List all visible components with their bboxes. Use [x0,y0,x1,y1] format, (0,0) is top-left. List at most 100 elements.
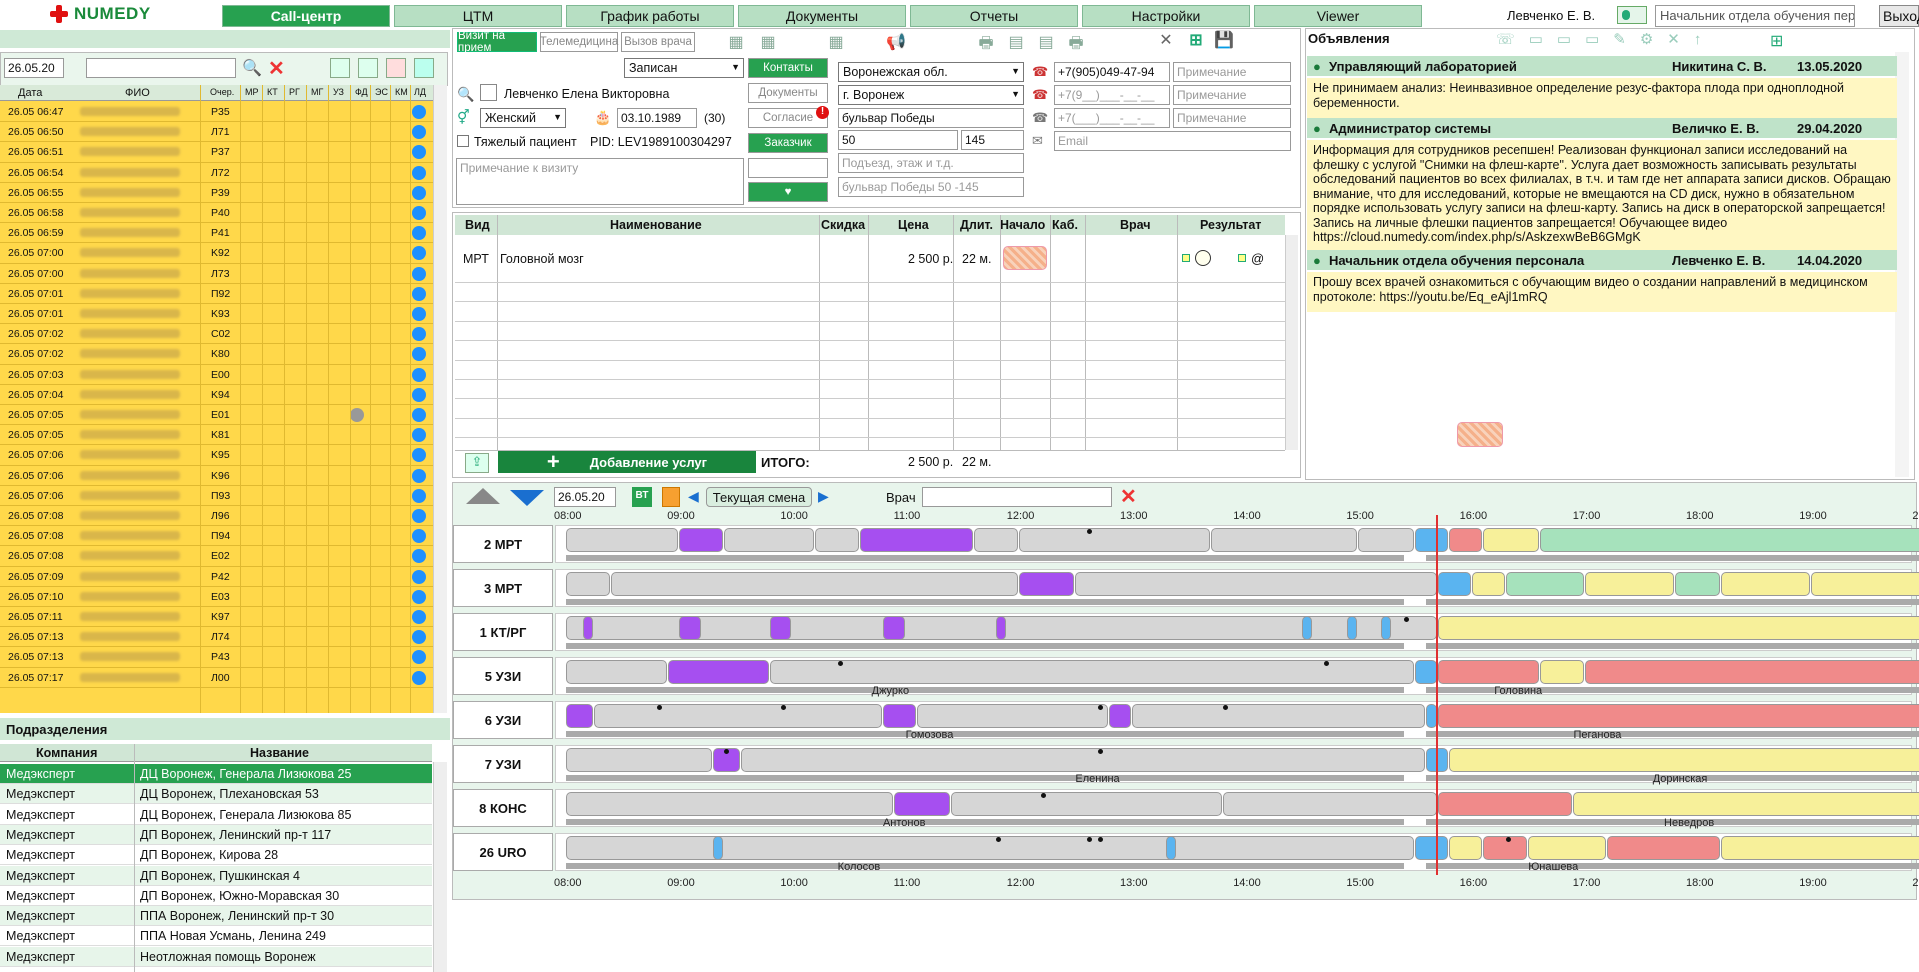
export-icon[interactable]: ⇪ [465,453,489,473]
phone1-input[interactable]: +7(905)049-47-94 [1054,62,1170,82]
expand-down-icon[interactable] [510,490,544,506]
slot-busy[interactable] [1075,572,1437,596]
customer-input[interactable] [748,158,828,178]
table-row[interactable]: 26.05 06:58 P40 [0,203,433,224]
status-dot-icon[interactable] [412,509,426,523]
department-row[interactable]: Медэксперт ДП Воронеж, Кирова 28 [0,845,432,866]
region-select[interactable]: Воронежская обл. [838,62,1024,82]
col-fd[interactable]: ФД [355,87,368,97]
visit-note-input[interactable]: Примечание к визиту [456,158,744,205]
slot-purple[interactable] [860,528,973,552]
status-dot-icon[interactable] [412,549,426,564]
status-dot-icon[interactable] [412,650,426,665]
slot-red[interactable] [1448,528,1482,552]
room-label[interactable]: 5 УЗИ [453,657,553,695]
room-label[interactable]: 7 УЗИ [453,745,553,783]
full-address-input[interactable]: бульвар Победы 50 -145 [838,177,1024,197]
room-label[interactable]: 26 URO [453,833,553,871]
toolbar-icon-5[interactable]: ▤ [1035,32,1057,51]
phone1-note-input[interactable]: Примечание [1173,62,1291,82]
slot-yellow[interactable] [1573,792,1919,816]
status-dot-icon[interactable] [412,670,426,685]
queue-scrollbar[interactable] [433,85,447,713]
slot-busy[interactable] [566,748,713,772]
announcement-header-1[interactable]: ● Управляющий лабораторией Никитина С. В… [1307,56,1897,76]
department-row[interactable]: Медэксперт ДП Воронеж, Ленинский пр-т 117 [0,824,432,845]
slot-purple[interactable] [566,704,594,728]
phone3-note-input[interactable]: Примечание [1173,108,1291,128]
slot-busy[interactable] [1211,528,1358,552]
email-result-icon[interactable]: @ [1251,251,1264,266]
slot-yellow[interactable] [1539,660,1584,684]
slot-yellow[interactable] [1720,572,1811,596]
toolbar-icon-4[interactable]: ▤ [1005,32,1027,51]
department-row[interactable]: Медэксперт ППА Новая Усмань, Ленина 249 [0,926,432,947]
slot-busy[interactable] [594,704,882,728]
add-icon[interactable]: ⊞ [1185,30,1207,49]
table-row[interactable]: 26.05 07:06 K95 [0,445,433,466]
col-ld[interactable]: ЛД [414,87,426,97]
room-label[interactable]: 8 КОНС [453,789,553,827]
contacts-button[interactable]: Контакты [748,58,828,78]
table-row[interactable]: 26.05 07:04 K94 [0,385,433,405]
status-dot-icon[interactable] [412,185,426,200]
status-select[interactable]: Записан [624,58,744,78]
slot-green[interactable] [1675,572,1720,596]
col-mr[interactable]: МР [245,87,259,97]
slot-busy[interactable] [973,528,1018,552]
slot-blue[interactable] [1347,616,1358,640]
announcements-scrollbar[interactable] [1895,52,1909,477]
status-dot-icon[interactable] [412,610,426,624]
table-row[interactable]: 26.05 07:06 K96 [0,466,433,486]
slot-busy[interactable] [1132,704,1426,728]
help-icon[interactable] [386,58,406,78]
dob-input[interactable]: 03.10.1989 [617,108,697,128]
status-dot-icon[interactable] [412,448,426,463]
department-row[interactable]: Медэксперт Неотложная помощь Воронеж [0,946,432,967]
table-row[interactable]: 26.05 07:01 П92 [0,284,433,304]
heart-button[interactable]: ♥ [748,182,828,202]
status-dot-icon[interactable] [412,327,426,342]
status-dot-icon[interactable] [412,286,426,301]
tab-documents[interactable]: Документы [738,5,906,27]
department-row[interactable]: Медэксперт ДП Воронеж, Пушкинская 4 [0,865,432,886]
tab-call-center[interactable]: Call-центр [222,5,390,27]
user-card-icon[interactable] [1617,6,1647,24]
slot-blue[interactable] [1415,836,1448,860]
table-row[interactable]: 26.05 06:59 P41 [0,223,433,244]
table-row[interactable]: 26.05 06:50 Л71 [0,122,433,143]
table-row[interactable]: 26.05 07:02 C02 [0,324,433,345]
slot-busy[interactable] [724,528,815,552]
search-patient-icon[interactable]: 🔍 [457,86,474,103]
status-dot-icon[interactable] [412,589,426,604]
col-company[interactable]: Компания [36,746,97,760]
status-dot-icon[interactable] [412,105,426,119]
toolbar-icon-2[interactable]: ▦ [757,32,779,51]
slot-green[interactable] [1505,572,1584,596]
phone-icon-2[interactable]: ☎ [1032,87,1048,103]
slot-yellow[interactable] [1720,836,1919,860]
slot-red[interactable] [1437,704,1919,728]
slot-blue[interactable] [1165,836,1177,860]
slot-busy[interactable] [566,792,894,816]
table-row[interactable]: 26.05 07:03 E00 [0,365,433,385]
table-row[interactable]: 26.05 07:11 K97 [0,607,433,628]
prev-icon[interactable]: ◀ [688,488,699,505]
col-date[interactable]: Дата [18,87,42,99]
clear-doctor-icon[interactable]: ✕ [1120,484,1137,509]
add-announcement-icon[interactable]: ⊞ [1770,31,1783,51]
next-icon[interactable]: ▶ [818,488,829,505]
status-dot-icon[interactable] [412,226,426,241]
tab-telemed[interactable]: Телемедицина [540,32,618,52]
table-row[interactable]: 26.05 06:55 P39 [0,183,433,203]
slot-purple[interactable] [679,616,701,640]
col-mg[interactable]: МГ [311,87,323,97]
table-row[interactable]: 26.05 07:05 E01 [0,405,433,426]
department-row[interactable]: Медэксперт ДЦ Воронеж, Генерала Лизюкова … [0,764,432,784]
toolbar-icon-1[interactable]: ▦ [725,32,747,51]
current-shift-button[interactable]: Текущая смена [706,487,812,507]
status-dot-icon[interactable] [412,529,426,544]
add-services-button[interactable]: + Добавление услуг [498,449,756,474]
table-row[interactable]: 26.05 06:47 P35 [0,102,433,123]
megaphone-icon[interactable]: 📢 [885,32,907,51]
